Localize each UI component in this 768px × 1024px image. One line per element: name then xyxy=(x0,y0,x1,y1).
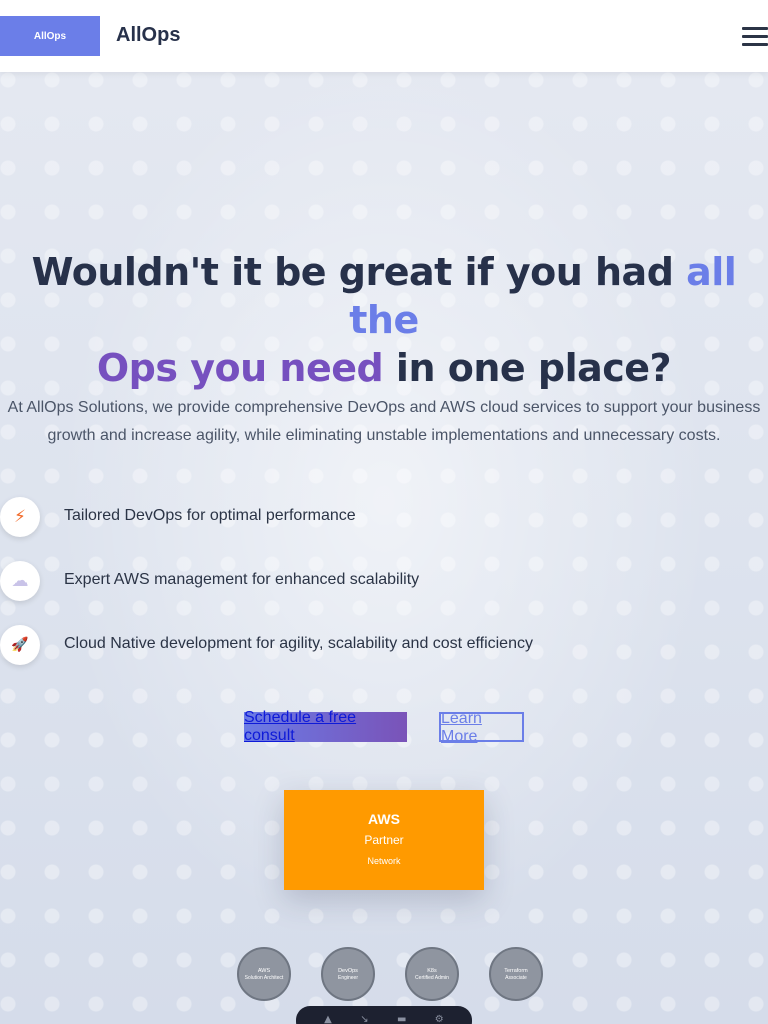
cert-badge-k8s: K8s Certified Admin xyxy=(405,947,459,1001)
feature-item-cloud-native: 🚀 Cloud Native development for agility, … xyxy=(0,625,768,667)
rocket-icon: 🚀 xyxy=(0,625,40,665)
cloud-icon: ☁ xyxy=(0,561,40,601)
feature-label: Tailored DevOps for optimal performance xyxy=(64,507,356,524)
feature-label: Cloud Native development for agility, sc… xyxy=(64,635,533,652)
feature-label: Expert AWS management for enhanced scala… xyxy=(64,571,420,588)
dash-icon[interactable]: ▬ xyxy=(397,1014,406,1024)
aws-badge-title: AWS xyxy=(368,811,400,827)
feature-item-devops: ⚡ Tailored DevOps for optimal performanc… xyxy=(0,497,768,539)
learn-more-button[interactable]: Learn More xyxy=(439,710,524,745)
schedule-consult-button[interactable]: Schedule a free consult xyxy=(244,709,407,744)
cert-subtitle: Solution Architect xyxy=(244,974,284,981)
lightning-glyph: ⚡ xyxy=(14,507,26,527)
aws-logo-icon[interactable]: ▲ xyxy=(324,1014,332,1024)
cert-title: AWS xyxy=(257,967,271,974)
cert-subtitle: Engineer xyxy=(337,974,358,981)
headline-text-2: in one place? xyxy=(383,346,672,390)
cert-title: K8s xyxy=(427,967,437,974)
menu-bar-middle xyxy=(742,35,768,38)
cert-subtitle: Certified Admin xyxy=(415,974,449,981)
cert-badge-devops: DevOps Engineer xyxy=(321,947,375,1001)
navbar: AllOps AllOps xyxy=(0,0,768,72)
menu-bar-bottom xyxy=(742,43,768,46)
cert-badge-aws-architect: AWS Solution Architect xyxy=(237,947,291,1001)
aws-badge-subtitle: Partner xyxy=(364,833,404,847)
cloud-glyph: ☁ xyxy=(11,571,29,591)
cert-badge-terraform: Terraform Associate xyxy=(489,947,543,1001)
pointer-icon[interactable]: ↘ xyxy=(360,1014,368,1024)
brand-name[interactable]: AllOps xyxy=(116,24,180,47)
logo[interactable]: AllOps xyxy=(0,16,100,56)
cert-subtitle: Associate xyxy=(505,974,527,981)
feature-item-aws: ☁ Expert AWS management for enhanced sca… xyxy=(0,561,768,603)
rocket-glyph: 🚀 xyxy=(11,637,29,653)
settings-icon[interactable]: ⚙ xyxy=(435,1014,444,1024)
menu-bar-top xyxy=(742,27,768,30)
hero-headline: Wouldn't it be great if you had all the … xyxy=(0,248,768,392)
cert-title: DevOps xyxy=(338,967,358,974)
hamburger-menu-icon[interactable] xyxy=(742,27,768,47)
bottom-toolbar: ▲ ↘ ▬ ⚙ xyxy=(296,1006,472,1024)
cert-title: Terraform xyxy=(504,967,528,974)
aws-partner-badge: AWS Partner Network xyxy=(284,790,484,890)
lightning-icon: ⚡ xyxy=(0,497,40,537)
hero-subtext: At AllOps Solutions, we provide comprehe… xyxy=(7,399,761,444)
headline-text-1: Wouldn't it be great if you had xyxy=(31,250,687,294)
headline-highlight-2: Ops you need xyxy=(96,346,384,390)
aws-badge-caption: Network xyxy=(367,856,401,866)
